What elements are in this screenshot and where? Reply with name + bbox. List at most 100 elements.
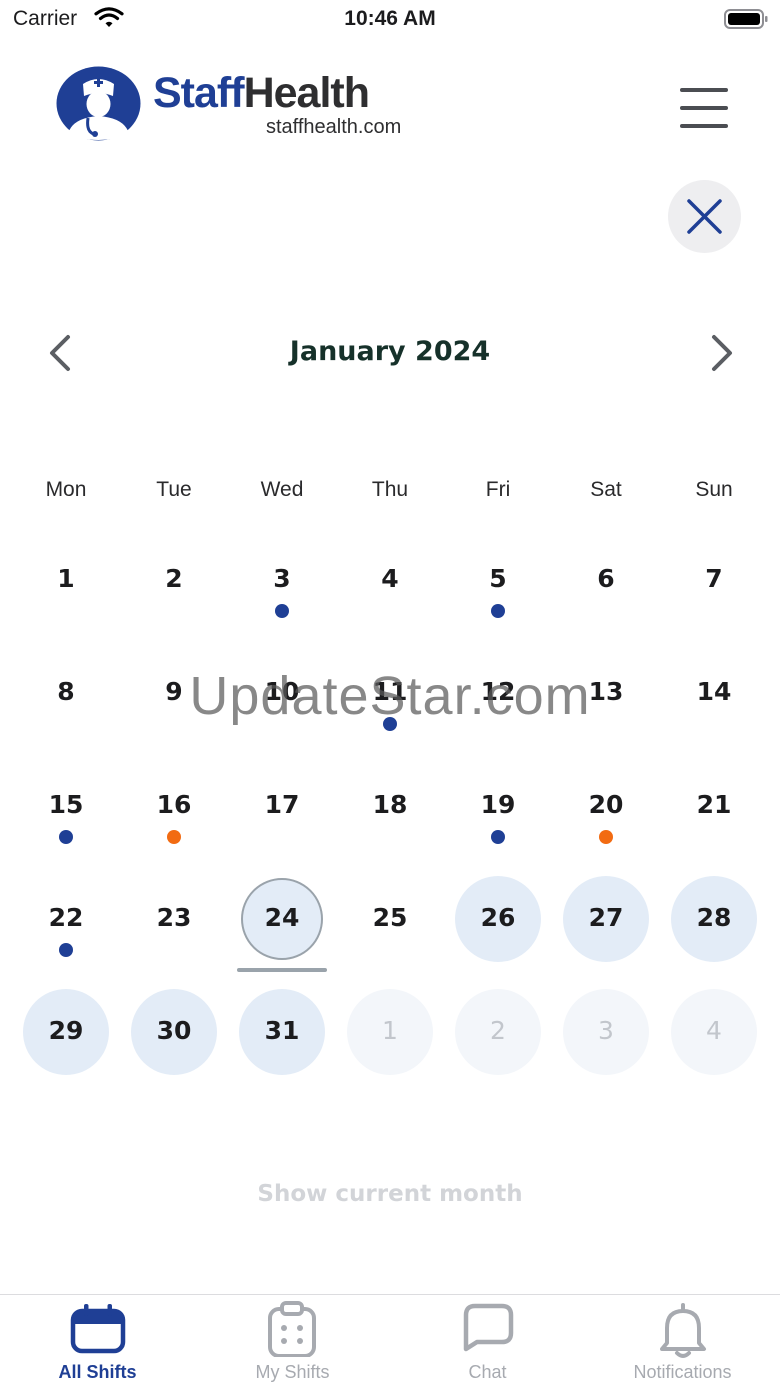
close-icon xyxy=(687,199,722,234)
weekday-thu: Thu xyxy=(371,478,409,501)
calendar-day[interactable]: 4 xyxy=(336,522,444,635)
calendar-day[interactable]: 5 xyxy=(444,522,552,635)
calendar-day[interactable]: 6 xyxy=(552,522,660,635)
brand-part-health: Health xyxy=(243,69,370,117)
calendar-day-next-month[interactable]: 4 xyxy=(660,974,768,1087)
calendar-day[interactable]: 18 xyxy=(336,748,444,861)
chat-bubble-icon xyxy=(463,1303,514,1352)
day-number: 20 xyxy=(588,790,624,819)
calendar-day-next-month[interactable]: 1 xyxy=(336,974,444,1087)
shift-indicator-dot-orange xyxy=(599,830,613,844)
calendar-day[interactable]: 23 xyxy=(120,861,228,974)
tab-label-notifications: Notifications xyxy=(633,1362,732,1382)
close-button[interactable] xyxy=(668,180,741,253)
calendar-day[interactable]: 15 xyxy=(12,748,120,861)
day-number: 2 xyxy=(490,1016,506,1045)
status-time: 10:46 AM xyxy=(344,7,436,30)
hamburger-menu-icon[interactable] xyxy=(678,86,730,130)
weekday-sun: Sun xyxy=(695,478,733,501)
calendar-day[interactable]: 26 xyxy=(444,861,552,974)
tab-chat[interactable]: Chat xyxy=(390,1295,585,1387)
battery-icon xyxy=(724,9,768,29)
calendar-day[interactable]: 30 xyxy=(120,974,228,1087)
day-number: 3 xyxy=(598,1016,614,1045)
tab-my-shifts[interactable]: My Shifts xyxy=(195,1295,390,1387)
calendar-day[interactable]: 28 xyxy=(660,861,768,974)
status-bar: Carrier 10:46 AM xyxy=(0,0,780,44)
shift-indicator-dot-blue xyxy=(59,943,73,957)
staffhealth-logo[interactable]: StaffHealth staffhealth.com xyxy=(56,66,416,142)
brand-name: StaffHealth xyxy=(153,69,370,117)
calendar-day-next-month[interactable]: 3 xyxy=(552,974,660,1087)
day-number: 21 xyxy=(696,790,732,819)
clipboard-icon xyxy=(268,1301,316,1357)
calendar-icon xyxy=(70,1304,126,1354)
month-title: January 2024 xyxy=(289,336,491,367)
day-number: 1 xyxy=(57,564,75,593)
shift-indicator-dot-blue xyxy=(491,604,505,618)
calendar-day[interactable]: 2 xyxy=(120,522,228,635)
day-number: 1 xyxy=(382,1016,398,1045)
calendar-day[interactable]: 19 xyxy=(444,748,552,861)
weekday-header-row: Mon Tue Wed Thu Fri Sat Sun xyxy=(12,478,768,508)
tab-label-my-shifts: My Shifts xyxy=(255,1362,330,1382)
tab-label-all-shifts: All Shifts xyxy=(58,1362,137,1382)
day-number: 3 xyxy=(273,564,291,593)
day-number: 4 xyxy=(706,1016,722,1045)
weekday-mon: Mon xyxy=(45,478,87,501)
bell-icon xyxy=(660,1303,706,1358)
calendar-day[interactable]: 31 xyxy=(228,974,336,1087)
calendar-day[interactable]: 25 xyxy=(336,861,444,974)
chevron-right-icon[interactable] xyxy=(704,333,738,373)
tab-bar: All Shifts My Shifts Chat Notifications xyxy=(0,1294,780,1387)
day-number: 31 xyxy=(264,1016,300,1045)
watermark: UpdateStar.com xyxy=(189,666,591,726)
tab-notifications[interactable]: Notifications xyxy=(585,1295,780,1387)
today-underline xyxy=(237,968,327,972)
calendar-day[interactable]: 16 xyxy=(120,748,228,861)
day-number: 24 xyxy=(264,903,300,932)
shift-indicator-dot-blue xyxy=(59,830,73,844)
show-current-month-button[interactable]: Show current month xyxy=(0,1181,780,1207)
tab-label-chat: Chat xyxy=(468,1362,507,1382)
calendar-day[interactable]: 7 xyxy=(660,522,768,635)
calendar-day[interactable]: 22 xyxy=(12,861,120,974)
nurse-logo-icon xyxy=(56,66,141,141)
day-number: 18 xyxy=(372,790,408,819)
brand-url: staffhealth.com xyxy=(266,116,402,138)
calendar-day[interactable]: 21 xyxy=(660,748,768,861)
tab-all-shifts[interactable]: All Shifts xyxy=(0,1295,195,1387)
day-number: 27 xyxy=(588,903,624,932)
calendar-day[interactable]: 24 xyxy=(228,861,336,974)
shift-indicator-dot-orange xyxy=(167,830,181,844)
day-number: 28 xyxy=(696,903,732,932)
calendar-day[interactable]: 20 xyxy=(552,748,660,861)
calendar-day[interactable]: 27 xyxy=(552,861,660,974)
day-number: 15 xyxy=(48,790,84,819)
day-number: 5 xyxy=(489,564,507,593)
day-number: 17 xyxy=(264,790,300,819)
day-number: 16 xyxy=(156,790,192,819)
calendar-day[interactable]: 17 xyxy=(228,748,336,861)
weekday-fri: Fri xyxy=(485,478,511,501)
calendar-day[interactable]: 3 xyxy=(228,522,336,635)
weekday-sat: Sat xyxy=(590,478,622,501)
day-number: 22 xyxy=(48,903,84,932)
calendar-day[interactable]: 29 xyxy=(12,974,120,1087)
day-number: 2 xyxy=(165,564,183,593)
day-number: 7 xyxy=(705,564,723,593)
day-number: 23 xyxy=(156,903,192,932)
day-number: 26 xyxy=(480,903,516,932)
day-number: 25 xyxy=(372,903,408,932)
brand-part-staff: Staff xyxy=(153,69,245,117)
day-number: 6 xyxy=(597,564,615,593)
shift-indicator-dot-blue xyxy=(491,830,505,844)
shift-indicator-dot-blue xyxy=(275,604,289,618)
day-number: 30 xyxy=(156,1016,192,1045)
calendar-day-next-month[interactable]: 2 xyxy=(444,974,552,1087)
calendar-grid: 1 2 3 4 5 6 7 8 9 10 11 12 13 14 15 16 17 18 19 20 21 22 23 24 2… xyxy=(12,522,768,1092)
day-number: 29 xyxy=(48,1016,84,1045)
weekday-wed: Wed xyxy=(260,478,304,501)
day-number: 4 xyxy=(381,564,399,593)
calendar-day[interactable]: 1 xyxy=(12,522,120,635)
